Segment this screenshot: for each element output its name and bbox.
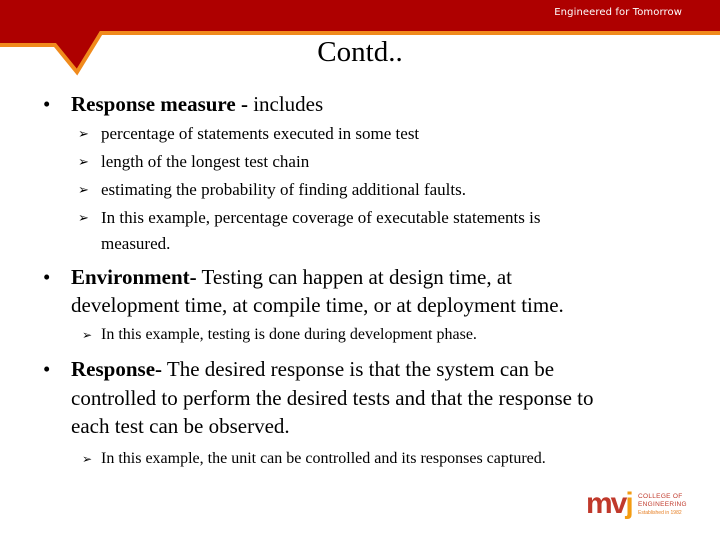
arrow-bullet-icon: ➢ <box>78 182 89 197</box>
logo-mark-mv: mv <box>586 487 627 520</box>
logo-name-line2: ENGINEERING <box>638 501 687 508</box>
bullet-heading: Environment- <box>71 265 197 289</box>
sub-bullet-text: length of the longest test chain <box>101 152 310 171</box>
sub-bullet-text: In this example, the unit can be control… <box>101 450 546 467</box>
slide-title: Contd.. <box>317 36 403 68</box>
bullet-text: development time, at compile time, or at… <box>71 293 564 317</box>
sub-bullet-text: estimating the probability of finding ad… <box>101 180 466 199</box>
logo-name-line1: COLLEGE OF <box>638 493 683 500</box>
arrow-bullet-icon: ➢ <box>82 328 93 342</box>
sub-bullet-text: percentage of statements executed in som… <box>101 124 420 143</box>
bullet-heading: Response measure - <box>71 92 254 116</box>
bullet-heading: Response- <box>71 357 163 381</box>
logo-mark: mvj <box>586 487 634 521</box>
header-tagline: Engineered for Tomorrow <box>554 7 682 18</box>
arrow-bullet-icon: ➢ <box>78 210 89 225</box>
bullet-icon: • <box>43 265 51 289</box>
arrow-bullet-icon: ➢ <box>82 452 93 466</box>
logo-name: COLLEGE OF ENGINEERING <box>638 493 687 509</box>
bullet-icon: • <box>43 357 51 381</box>
sub-bullet-text: In this example, testing is done during … <box>101 326 477 343</box>
logo-mark-j: j <box>625 487 633 520</box>
college-logo: mvj COLLEGE OF ENGINEERING Established i… <box>586 487 696 527</box>
bullet-icon: • <box>43 92 51 116</box>
bullet-text: The desired response is that the system … <box>162 357 555 381</box>
sub-bullet-text: measured. <box>101 234 171 253</box>
bullet-text: Testing can happen at design time, at <box>196 265 513 289</box>
logo-tagline: Established in 1982 <box>638 510 682 516</box>
arrow-bullet-icon: ➢ <box>78 126 89 141</box>
arrow-bullet-icon: ➢ <box>78 154 89 169</box>
bullet-text: controlled to perform the desired tests … <box>71 386 594 410</box>
bullet-text: each test can be observed. <box>71 414 290 438</box>
bullet-text: includes <box>253 92 324 116</box>
sub-bullet-text: In this example, percentage coverage of … <box>101 208 541 227</box>
